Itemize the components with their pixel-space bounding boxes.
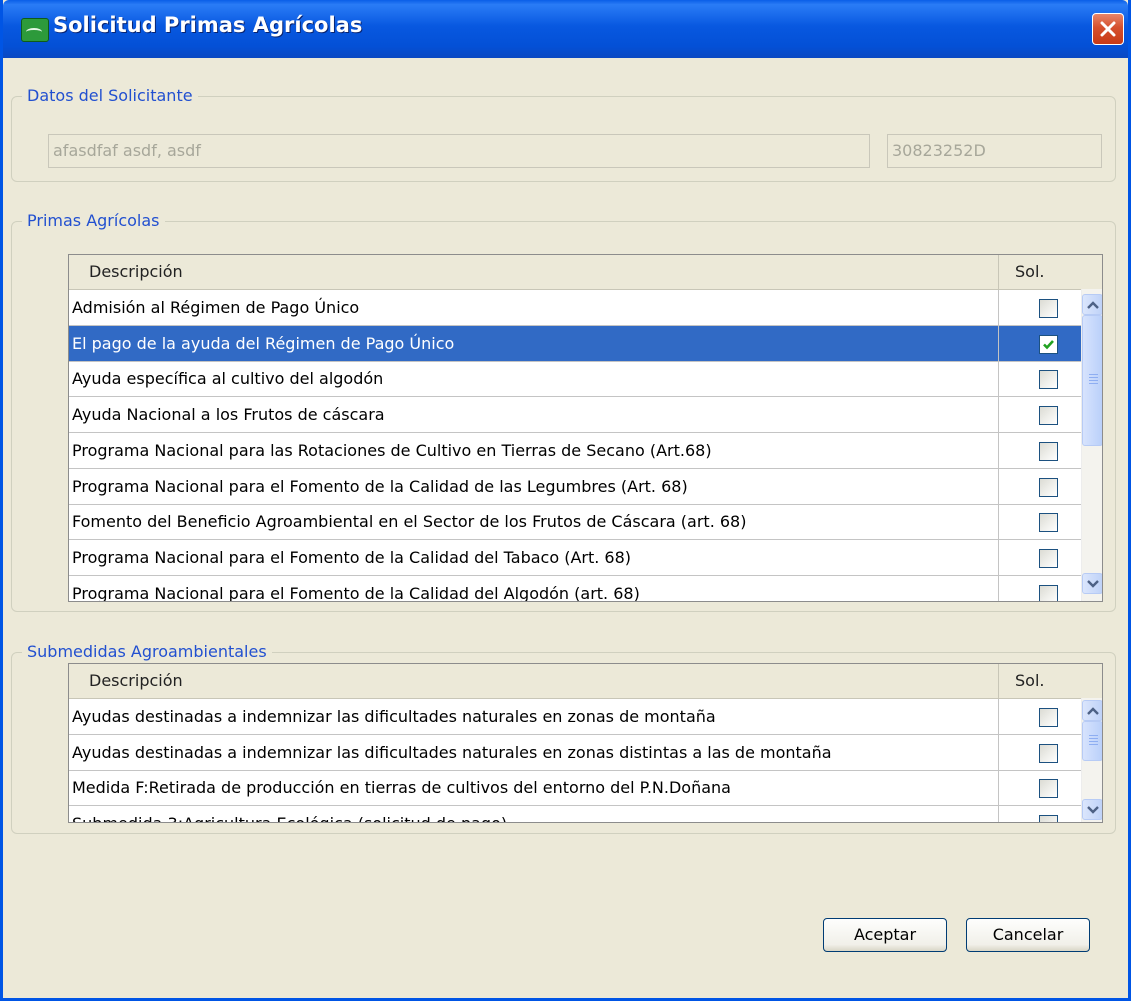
dialog-window: Solicitud Primas Agrícolas Datos del Sol…	[0, 0, 1131, 1001]
chevron-down-icon	[1087, 580, 1099, 588]
row-description: Submedida 3:Agricultura Ecológica (solic…	[69, 805, 999, 822]
window-title: Solicitud Primas Agrícolas	[53, 13, 363, 37]
row-description: Fomento del Beneficio Agroambiental en e…	[69, 504, 999, 540]
submedidas-table: Descripción Sol. Ayudas destinadas a ind…	[68, 663, 1103, 823]
table-row[interactable]: Ayuda Nacional a los Frutos de cáscara	[69, 397, 1081, 434]
row-description: Programa Nacional para el Fomento de la …	[69, 539, 999, 575]
table-row[interactable]: El pago de la ayuda del Régimen de Pago …	[69, 325, 1081, 362]
primas-legend: Primas Agrícolas	[22, 211, 165, 230]
row-description: Ayuda específica al cultivo del algodón	[69, 361, 999, 397]
accept-button[interactable]: Aceptar	[823, 918, 947, 952]
sol-checkbox[interactable]	[1039, 548, 1058, 568]
junta-logo-icon	[21, 18, 49, 42]
row-description: Programa Nacional para el Fomento de la …	[69, 575, 999, 601]
scroll-thumb[interactable]	[1082, 315, 1102, 446]
applicant-nif-field[interactable]: 30823252D	[887, 134, 1102, 168]
solicitante-legend: Datos del Solicitante	[22, 86, 198, 105]
chevron-down-icon	[1087, 806, 1099, 814]
row-description: El pago de la ayuda del Régimen de Pago …	[69, 325, 999, 361]
table-row[interactable]: Submedida 3:Agricultura Ecológica (solic…	[69, 805, 1081, 822]
table-row[interactable]: Programa Nacional para el Fomento de la …	[69, 575, 1081, 601]
sol-checkbox[interactable]	[1039, 406, 1058, 426]
table-row[interactable]: Programa Nacional para el Fomento de la …	[69, 539, 1081, 576]
applicant-name-field[interactable]: afasdfaf asdf, asdf	[48, 134, 870, 168]
row-description: Ayudas destinadas a indemnizar las dific…	[69, 699, 999, 734]
sol-checkbox[interactable]	[1039, 334, 1058, 354]
primas-table: Descripción Sol. Admisión al Régimen de …	[68, 254, 1103, 602]
table-row[interactable]: Fomento del Beneficio Agroambiental en e…	[69, 504, 1081, 541]
table-row[interactable]: Medida F:Retirada de producción en tierr…	[69, 770, 1081, 807]
primas-col-description[interactable]: Descripción	[69, 255, 999, 289]
submedidas-legend: Submedidas Agroambientales	[22, 642, 272, 661]
sol-checkbox[interactable]	[1039, 708, 1058, 727]
row-description: Ayudas destinadas a indemnizar las dific…	[69, 734, 999, 770]
submedidas-col-description[interactable]: Descripción	[69, 664, 999, 698]
sol-checkbox[interactable]	[1039, 743, 1058, 763]
primas-scrollbar[interactable]	[1081, 289, 1102, 601]
scroll-up-button[interactable]	[1082, 294, 1102, 315]
sol-checkbox[interactable]	[1039, 477, 1058, 497]
primas-table-header: Descripción Sol.	[69, 255, 1102, 290]
table-row[interactable]: Programa Nacional para las Rotaciones de…	[69, 432, 1081, 469]
table-row[interactable]: Ayuda específica al cultivo del algodón	[69, 361, 1081, 398]
chevron-up-icon	[1087, 301, 1099, 309]
chevron-up-icon	[1087, 707, 1099, 715]
sol-checkbox[interactable]	[1039, 779, 1058, 799]
sol-checkbox[interactable]	[1039, 370, 1058, 390]
title-bar[interactable]: Solicitud Primas Agrícolas	[3, 0, 1128, 58]
close-icon	[1100, 21, 1116, 37]
row-description: Medida F:Retirada de producción en tierr…	[69, 770, 999, 806]
row-description: Ayuda Nacional a los Frutos de cáscara	[69, 397, 999, 433]
row-description: Admisión al Régimen de Pago Único	[69, 290, 999, 325]
sol-checkbox[interactable]	[1039, 584, 1058, 601]
row-description: Programa Nacional para el Fomento de la …	[69, 468, 999, 504]
table-row[interactable]: Programa Nacional para el Fomento de la …	[69, 468, 1081, 505]
submedidas-col-sol[interactable]: Sol.	[999, 664, 1082, 698]
checkmark-icon	[1043, 339, 1054, 350]
scroll-thumb[interactable]	[1082, 721, 1102, 761]
scroll-down-button[interactable]	[1082, 799, 1102, 820]
scroll-up-button[interactable]	[1082, 700, 1102, 721]
sol-checkbox[interactable]	[1039, 441, 1058, 461]
row-description: Programa Nacional para las Rotaciones de…	[69, 432, 999, 468]
table-row[interactable]: Ayudas destinadas a indemnizar las dific…	[69, 734, 1081, 771]
table-row[interactable]: Ayudas destinadas a indemnizar las dific…	[69, 699, 1081, 735]
scroll-down-button[interactable]	[1082, 573, 1102, 594]
table-row[interactable]: Admisión al Régimen de Pago Único	[69, 290, 1081, 326]
submedidas-table-header: Descripción Sol.	[69, 664, 1102, 699]
submedidas-scrollbar[interactable]	[1081, 698, 1102, 822]
close-button[interactable]	[1092, 13, 1124, 45]
cancel-button[interactable]: Cancelar	[966, 918, 1090, 952]
sol-checkbox[interactable]	[1039, 513, 1058, 533]
primas-col-sol[interactable]: Sol.	[999, 255, 1082, 289]
sol-checkbox[interactable]	[1039, 299, 1058, 318]
sol-checkbox[interactable]	[1039, 814, 1058, 822]
